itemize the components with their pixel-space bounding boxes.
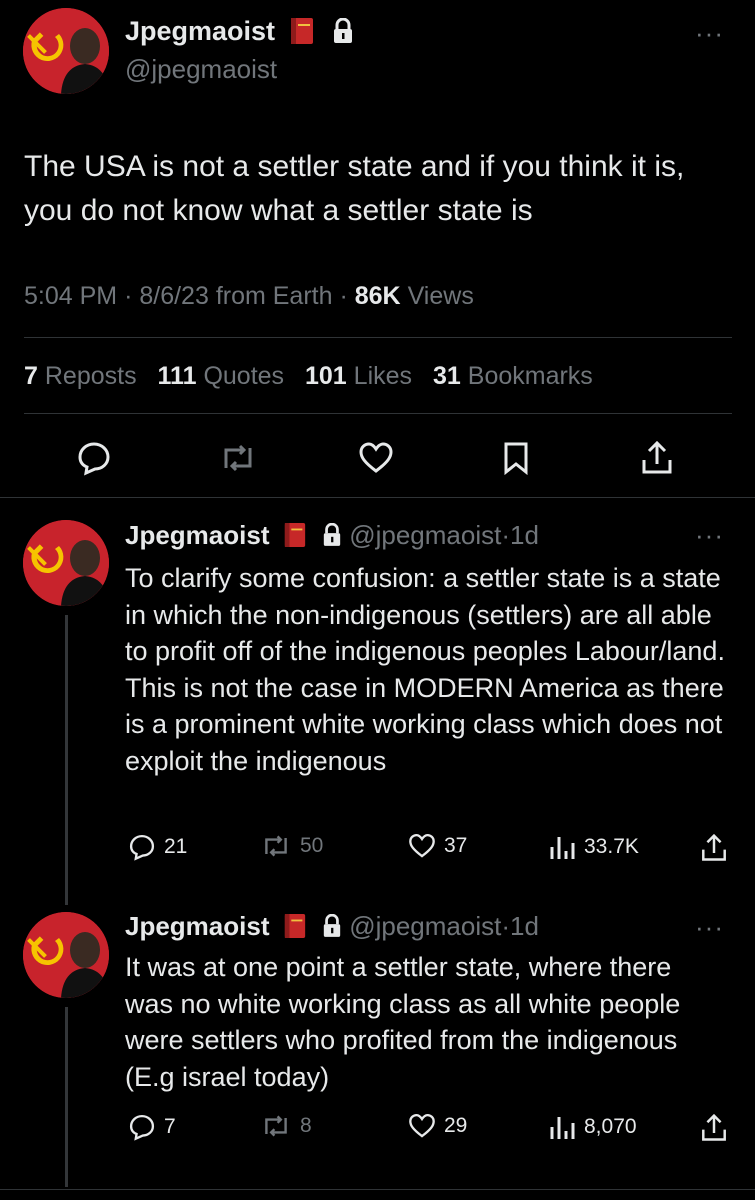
repost-icon[interactable] [218,442,258,474]
lock-icon [323,914,341,938]
display-name[interactable]: Jpegmaoist [125,520,270,550]
divider [0,497,755,498]
display-name[interactable]: Jpegmaoist [125,16,275,46]
avatar[interactable] [23,912,109,998]
like-count: 29 [444,1114,468,1137]
reposts-stat[interactable]: 7 Reposts [24,362,137,390]
repost-count: 8 [300,1114,312,1137]
reply-icon [129,834,155,861]
reply-button[interactable]: 7 [128,1113,176,1141]
tweet-text: The USA is not a settler state and if yo… [24,150,685,227]
reply-count: 21 [164,835,188,858]
like-button[interactable]: 37 [408,833,467,859]
divider [0,1189,755,1190]
more-icon[interactable]: ··· [695,20,724,46]
lock-icon [323,523,341,547]
like-icon [409,833,435,858]
views-icon [550,1117,575,1139]
more-icon[interactable]: ··· [695,522,724,548]
repost-icon [265,835,287,857]
display-name[interactable]: Jpegmaoist [125,911,270,941]
views-button[interactable]: 8,070 [548,1113,637,1141]
likes-stat[interactable]: 101 Likes [305,362,412,390]
like-count: 37 [444,834,468,857]
views-count: 8,070 [584,1115,637,1138]
reply-count: 7 [164,1115,176,1138]
bookmarks-stat[interactable]: 31 Bookmarks [433,362,593,390]
reply-button[interactable]: 21 [128,833,187,861]
like-button[interactable]: 29 [408,1113,467,1139]
handle[interactable]: @jpegmaoist [125,54,277,85]
red-book-icon [284,914,305,939]
bookmark-icon[interactable] [502,441,530,475]
reply-icon [129,1114,155,1141]
share-icon[interactable] [640,440,674,476]
views-label: Views [407,282,474,310]
thread-line [65,615,68,905]
tweet-source: from Earth [215,282,333,310]
quotes-stat[interactable]: 111 Quotes [158,362,285,390]
repost-count: 50 [300,834,324,857]
like-icon[interactable] [358,442,394,474]
tweet-text: It was at one point a settler state, whe… [125,952,681,1092]
tweet-date[interactable]: 8/6/23 [139,282,209,310]
reply-icon[interactable] [76,440,112,476]
more-icon[interactable]: ··· [695,914,724,940]
divider [24,337,732,338]
views-count: 86K [354,282,401,310]
red-book-icon [290,17,313,44]
handle[interactable]: @jpegmaoist [349,911,501,941]
like-icon [409,1113,435,1138]
repost-button[interactable]: 8 [260,1113,312,1139]
divider [24,413,732,414]
engagement-stats: 7 Reposts 111 Quotes 101 Likes 31 Bookma… [24,362,593,391]
views-button[interactable]: 33.7K [548,833,639,861]
avatar[interactable] [23,520,109,606]
red-book-icon [284,523,305,548]
lock-icon [334,17,353,43]
thread-line [65,1007,68,1187]
tweet-text: To clarify some confusion: a settler sta… [125,563,725,776]
tweet-age[interactable]: 1d [510,911,539,941]
tweet-meta: 5:04 PM · 8/6/23 from Earth · 86K Views [24,282,474,310]
tweet-age[interactable]: 1d [510,520,539,550]
repost-icon [265,1115,287,1137]
tweet-time[interactable]: 5:04 PM [24,282,117,310]
share-icon[interactable] [700,833,728,863]
share-icon[interactable] [700,1113,728,1143]
views-count: 33.7K [584,835,639,858]
repost-button[interactable]: 50 [260,833,323,859]
avatar[interactable] [23,8,109,94]
views-icon [550,837,575,859]
handle[interactable]: @jpegmaoist [349,520,501,550]
